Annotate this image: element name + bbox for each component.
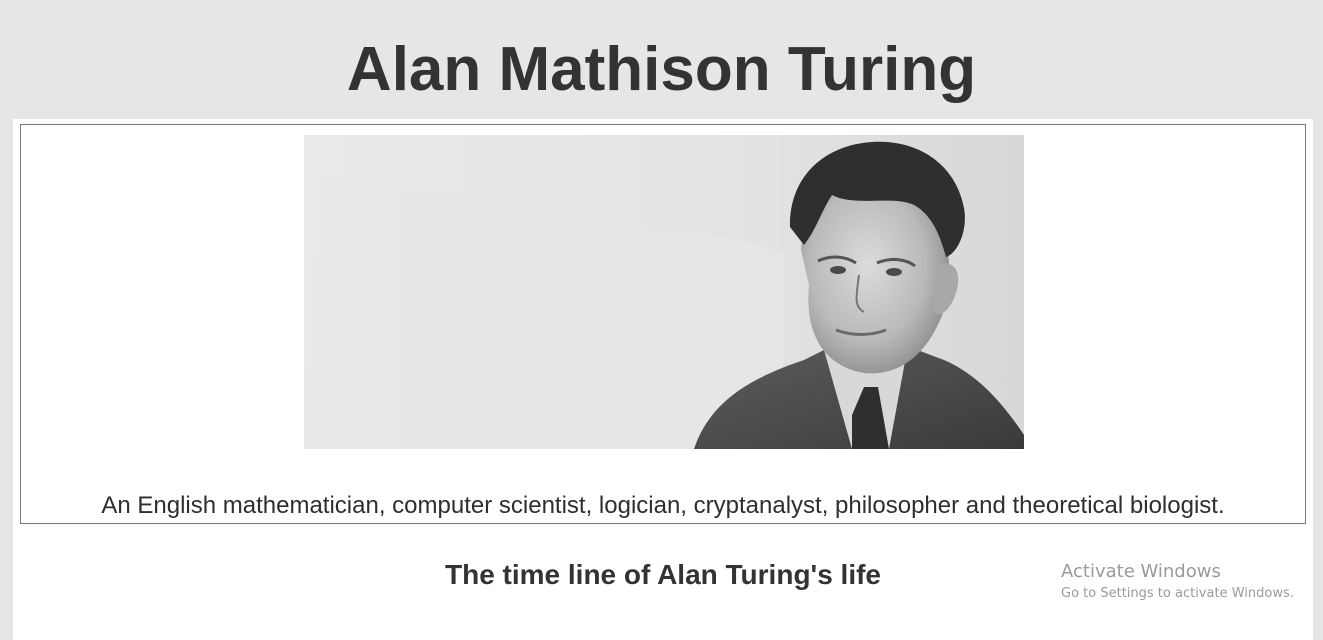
watermark-title: Activate Windows [1061,561,1221,582]
portrait-photo-icon [304,135,1024,449]
windows-activation-watermark: Activate Windows Go to Settings to activ… [1061,560,1316,604]
tribute-card: An English mathematician, computer scien… [20,124,1306,524]
page-title: Alan Mathison Turing [346,35,977,104]
portrait-caption: An English mathematician, computer scien… [101,492,1225,519]
portrait-image [304,135,1024,449]
watermark-subtitle: Go to Settings to activate Windows. [1061,586,1294,601]
